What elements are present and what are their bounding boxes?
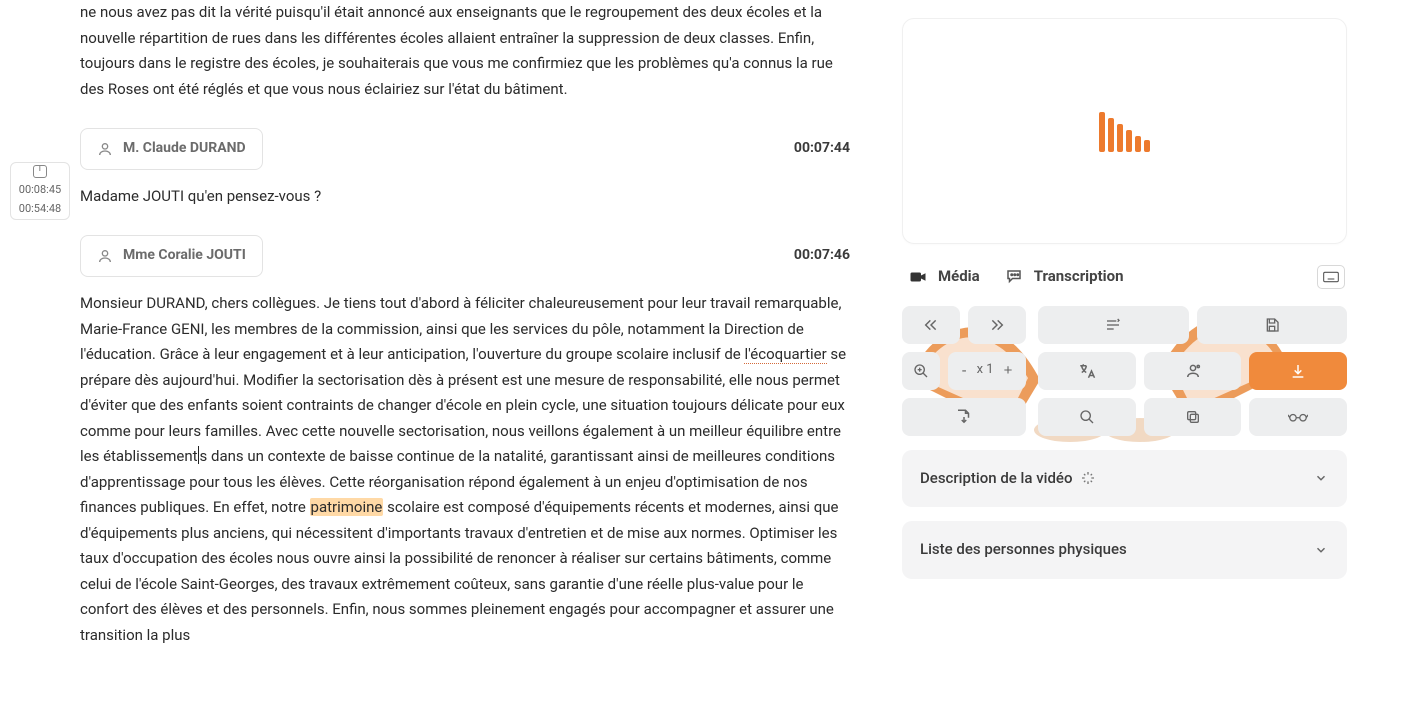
speed-increase-button[interactable]: + xyxy=(1002,362,1015,379)
audio-wave-icon xyxy=(1099,110,1150,152)
forward-button[interactable] xyxy=(968,306,1026,344)
accordion-title: Liste des personnes physiques xyxy=(920,537,1127,563)
tab-media[interactable]: Média xyxy=(904,258,984,296)
list-filter-button[interactable] xyxy=(1038,306,1189,344)
speed-decrease-button[interactable]: - xyxy=(960,362,969,379)
clock-icon xyxy=(33,165,47,178)
transcript-text: Monsieur DURAND, chers collègues. Je tie… xyxy=(80,294,841,363)
person-icon xyxy=(97,141,113,157)
transcript-paragraph[interactable]: Monsieur DURAND, chers collègues. Je tie… xyxy=(80,291,850,648)
right-panel: Média Transcription xyxy=(870,0,1417,709)
download-icon xyxy=(955,408,973,426)
media-controls-col: - x 1 + xyxy=(902,306,1026,436)
accordion-video-description[interactable]: Description de la vidéo xyxy=(902,450,1347,508)
speaker-name: Mme Coralie JOUTI xyxy=(123,244,246,268)
copy-icon xyxy=(1185,409,1201,425)
transcript-text: scolaire est composé d'équipements récen… xyxy=(80,498,839,644)
rewind-button[interactable] xyxy=(902,306,960,344)
tab-transcription[interactable]: Transcription xyxy=(1000,258,1128,296)
left-gutter: 00:08:45 00:54:48 xyxy=(0,0,80,709)
copy-button[interactable] xyxy=(1144,398,1242,436)
download-transcription-button[interactable] xyxy=(1249,352,1347,390)
accordion-title: Description de la vidéo xyxy=(920,466,1072,492)
download-media-button[interactable] xyxy=(902,398,1026,436)
zoom-in-button[interactable] xyxy=(902,352,940,390)
tab-label: Transcription xyxy=(1034,264,1124,290)
speech-bubble-icon xyxy=(1004,268,1024,286)
speaker-chip-durand[interactable]: M. Claude DURAND xyxy=(80,128,263,170)
tab-label: Média xyxy=(938,264,980,290)
media-preview-card[interactable] xyxy=(902,18,1347,244)
tabs-row: Média Transcription xyxy=(902,258,1347,296)
transcription-controls-col xyxy=(1038,306,1347,436)
time-box-t2: 00:54:48 xyxy=(19,200,61,219)
search-button[interactable] xyxy=(1038,398,1136,436)
spelling-highlight[interactable]: l'écoquartier xyxy=(744,345,826,364)
save-transcription-button[interactable] xyxy=(1197,306,1348,344)
speed-label: x 1 xyxy=(977,359,994,381)
save-icon xyxy=(1264,317,1280,333)
glasses-icon xyxy=(1288,410,1308,424)
speaker-row-jouti: Mme Coralie JOUTI 00:07:46 xyxy=(80,235,850,277)
speaker-row-durand: M. Claude DURAND 00:07:44 xyxy=(80,128,850,170)
search-icon xyxy=(1079,409,1095,425)
playback-speed-control[interactable]: - x 1 + xyxy=(948,352,1026,390)
chevron-down-icon xyxy=(1313,542,1329,558)
transcript-paragraph[interactable]: Madame JOUTI qu'en pensez-vous ? xyxy=(80,184,850,210)
translate-icon xyxy=(1078,362,1096,380)
speakers-button[interactable] xyxy=(1144,352,1242,390)
time-box-t1: 00:08:45 xyxy=(19,181,61,200)
speaker-timestamp: 00:07:46 xyxy=(794,244,850,268)
zoom-in-icon xyxy=(913,363,929,379)
chevron-down-icon xyxy=(1313,470,1329,486)
speaker-chip-jouti[interactable]: Mme Coralie JOUTI xyxy=(80,235,263,277)
transcript-paragraph[interactable]: ne nous avez pas dit la vérité puisqu'il… xyxy=(80,0,850,102)
sparkle-icon xyxy=(1080,470,1096,486)
keyboard-shortcuts-button[interactable] xyxy=(1317,265,1345,289)
keyboard-icon xyxy=(1323,271,1339,283)
time-box[interactable]: 00:08:45 00:54:48 xyxy=(10,162,70,220)
camera-icon xyxy=(908,268,928,286)
controls-grid: - x 1 + xyxy=(902,306,1347,436)
glasses-button[interactable] xyxy=(1249,398,1347,436)
list-icon xyxy=(1104,317,1122,333)
download-icon xyxy=(1290,363,1306,379)
person-icon xyxy=(97,248,113,264)
speaker-name: M. Claude DURAND xyxy=(123,137,246,161)
chevron-double-right-icon xyxy=(989,317,1005,333)
transcript-main: ne nous avez pas dit la vérité puisqu'il… xyxy=(80,0,870,709)
chevron-double-left-icon xyxy=(923,317,939,333)
accordion-people-list[interactable]: Liste des personnes physiques xyxy=(902,521,1347,579)
translate-button[interactable] xyxy=(1038,352,1136,390)
search-highlight[interactable]: patrimoine xyxy=(310,498,384,516)
speaker-timestamp: 00:07:44 xyxy=(794,137,850,161)
people-icon xyxy=(1184,362,1202,380)
